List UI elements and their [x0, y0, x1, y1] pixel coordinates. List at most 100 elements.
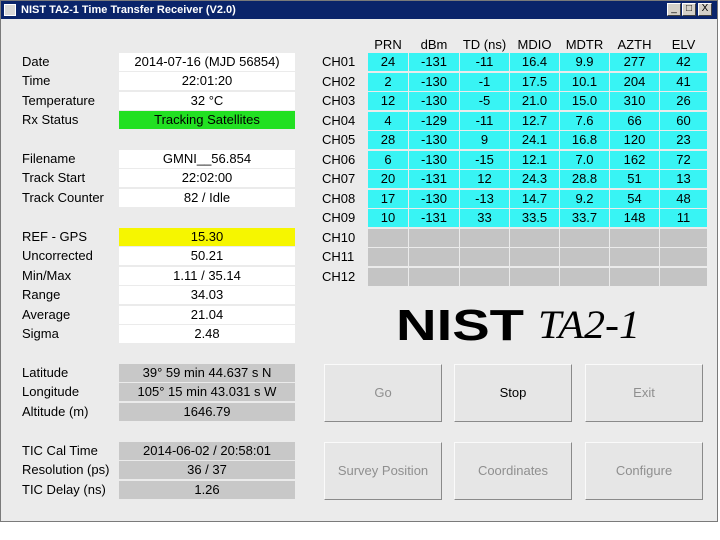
channel-cell: 17.5	[510, 73, 559, 91]
longitude-value: 105° 15 min 43.031 s W	[119, 383, 295, 401]
channel-cell: 148	[610, 209, 659, 227]
channel-cell: 60	[660, 112, 707, 130]
range-value: 34.03	[119, 286, 295, 304]
channel-cell	[510, 248, 559, 266]
channel-cell	[560, 248, 609, 266]
range-label: Range	[22, 287, 61, 302]
channel-cell	[660, 229, 707, 247]
average-value: 21.04	[119, 306, 295, 324]
channel-cell: 11	[660, 209, 707, 227]
app-icon	[4, 4, 16, 16]
channel-cell	[510, 229, 559, 247]
channel-cell	[610, 248, 659, 266]
channel-cell: -130	[409, 73, 459, 91]
channel-cell: -13	[460, 190, 509, 208]
minimize-button[interactable]: _	[667, 3, 681, 16]
channel-cell	[460, 229, 509, 247]
track-counter-label: Track Counter	[22, 190, 104, 205]
tic-cal-time-label: TIC Cal Time	[22, 443, 98, 458]
sigma-value: 2.48	[119, 325, 295, 343]
channel-cell	[368, 248, 408, 266]
channel-cell: 23	[660, 131, 707, 149]
time-label: Time	[22, 73, 51, 88]
channel-cell: 12	[368, 92, 408, 110]
channel-label: CH08	[322, 191, 356, 206]
channel-cell: 162	[610, 151, 659, 169]
channel-cell: 9	[460, 131, 509, 149]
column-header: dBm	[420, 37, 448, 52]
channel-cell: 42	[660, 53, 707, 71]
stop-button[interactable]: Stop	[454, 364, 572, 422]
channel-cell: 12.1	[510, 151, 559, 169]
channel-cell	[460, 248, 509, 266]
column-header: PRN	[374, 37, 402, 52]
title-bar[interactable]: NIST TA2-1 Time Transfer Receiver (V2.0)…	[1, 1, 717, 19]
configure-button[interactable]: Configure	[585, 442, 703, 500]
average-label: Average	[22, 307, 71, 322]
channel-cell: 2	[368, 73, 408, 91]
channel-label: CH11	[322, 249, 355, 264]
survey-position-button[interactable]: Survey Position	[324, 442, 442, 500]
channel-cell: 7.0	[560, 151, 609, 169]
latitude-value: 39° 59 min 44.637 s N	[119, 364, 295, 382]
channel-cell: -131	[409, 53, 459, 71]
sigma-label: Sigma	[22, 326, 59, 341]
date-label: Date	[22, 54, 50, 69]
channel-cell: 51	[610, 170, 659, 188]
column-header: MDIO	[517, 37, 552, 52]
column-header: AZTH	[617, 37, 652, 52]
channel-cell: 72	[660, 151, 707, 169]
track-start-label: Track Start	[22, 170, 86, 185]
temperature-value: 32 °C	[119, 92, 295, 110]
close-button[interactable]: X	[698, 3, 712, 16]
date-value: 2014-07-16 (MJD 56854)	[119, 53, 295, 71]
channel-label: CH09	[322, 210, 356, 225]
channel-cell	[610, 229, 659, 247]
channel-cell: 12.7	[510, 112, 559, 130]
channel-cell: 33.7	[560, 209, 609, 227]
channel-cell: -130	[409, 131, 459, 149]
channel-cell: 7.6	[560, 112, 609, 130]
uncorrected-value: 50.21	[119, 247, 295, 265]
channel-cell: 9.9	[560, 53, 609, 71]
exit-button[interactable]: Exit	[585, 364, 703, 422]
channel-cell: 54	[610, 190, 659, 208]
maximize-button[interactable]: □	[682, 3, 696, 16]
channel-cell: 277	[610, 53, 659, 71]
channel-label: CH10	[322, 230, 356, 245]
time-value: 22:01:20	[119, 72, 295, 90]
go-button[interactable]: Go	[324, 364, 442, 422]
channel-cell: -11	[460, 112, 509, 130]
uncorrected-label: Uncorrected	[22, 248, 93, 263]
channel-cell	[409, 268, 459, 286]
channel-cell: -1	[460, 73, 509, 91]
channel-cell	[560, 268, 609, 286]
channel-cell: 16.4	[510, 53, 559, 71]
track-start-value: 22:02:00	[119, 169, 295, 187]
channel-cell: 66	[610, 112, 659, 130]
altitude-value: 1646.79	[119, 403, 295, 421]
channel-cell: 21.0	[510, 92, 559, 110]
channel-cell	[368, 229, 408, 247]
rx-status-label: Rx Status	[22, 112, 79, 127]
coordinates-button[interactable]: Coordinates	[454, 442, 572, 500]
channel-cell: 28	[368, 131, 408, 149]
channel-cell: 20	[368, 170, 408, 188]
channel-cell	[409, 248, 459, 266]
window-title: NIST TA2-1 Time Transfer Receiver (V2.0)	[21, 4, 236, 16]
filename-value: GMNI__56.854	[119, 150, 295, 168]
resolution-label: Resolution (ps)	[22, 462, 110, 477]
rx-status-value: Tracking Satellites	[119, 111, 295, 129]
resolution-value: 36 / 37	[119, 461, 295, 479]
ref-gps-label: REF - GPS	[22, 229, 88, 244]
channel-cell: 12	[460, 170, 509, 188]
channel-cell: -131	[409, 170, 459, 188]
channel-cell: 15.0	[560, 92, 609, 110]
channel-cell: -130	[409, 151, 459, 169]
channel-cell: 10.1	[560, 73, 609, 91]
channel-cell: 120	[610, 131, 659, 149]
channel-cell: 14.7	[510, 190, 559, 208]
longitude-label: Longitude	[22, 384, 80, 399]
channel-cell: 17	[368, 190, 408, 208]
temperature-label: Temperature	[22, 93, 95, 108]
